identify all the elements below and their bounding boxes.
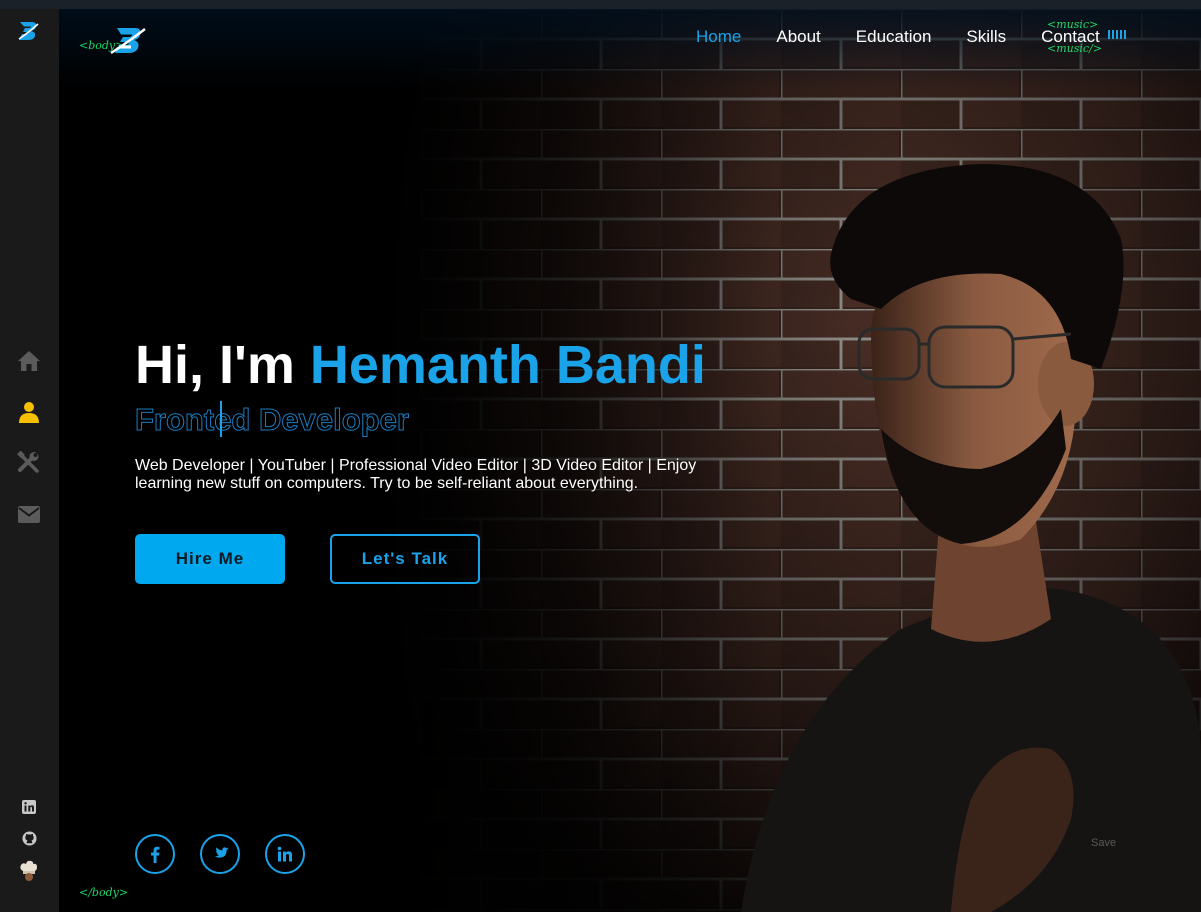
chef-icon[interactable] (19, 859, 39, 881)
music-close-tag: <music/> (1047, 42, 1102, 55)
music-toggle-icon[interactable] (1108, 30, 1126, 39)
hero-greeting: Hi, I'm Hemanth Bandi (135, 334, 706, 396)
sidebar (0, 9, 59, 912)
portrait-image (741, 164, 1201, 912)
b-logo-icon[interactable] (16, 19, 40, 43)
nav-education[interactable]: Education (856, 27, 932, 49)
twitter-icon[interactable] (200, 834, 240, 874)
nav-skills[interactable]: Skills (966, 27, 1006, 49)
body-close-tag: </body> (79, 886, 129, 899)
user-icon[interactable] (17, 400, 41, 424)
hero-bio: Web Developer | YouTuber | Professional … (135, 457, 697, 492)
site-logo[interactable] (107, 23, 147, 63)
hero-role: Fronted Developer (135, 402, 410, 438)
home-icon[interactable] (17, 349, 41, 373)
nav-home[interactable]: Home (696, 27, 741, 49)
top-strip (0, 0, 1201, 9)
hire-me-button[interactable]: Hire Me (135, 534, 285, 584)
hero-name: Hemanth Bandi (309, 335, 706, 395)
typing-caret (220, 401, 222, 437)
hero-section: <body> Home About Education Skills Conta… (59, 9, 1201, 912)
lets-talk-button[interactable]: Let's Talk (330, 534, 480, 584)
linkedin-icon[interactable] (265, 834, 305, 874)
greeting-prefix: Hi, I'm (135, 335, 310, 395)
tools-icon[interactable] (17, 451, 41, 475)
mail-icon[interactable] (17, 502, 41, 526)
facebook-icon[interactable] (135, 834, 175, 874)
save-label[interactable]: Save (1091, 837, 1116, 849)
linkedin-icon[interactable] (21, 799, 37, 815)
nav-about[interactable]: About (776, 27, 820, 49)
top-nav: Home About Education Skills Contact (696, 27, 1100, 49)
music-open-tag: <music> (1047, 18, 1099, 31)
github-icon[interactable] (21, 830, 37, 846)
